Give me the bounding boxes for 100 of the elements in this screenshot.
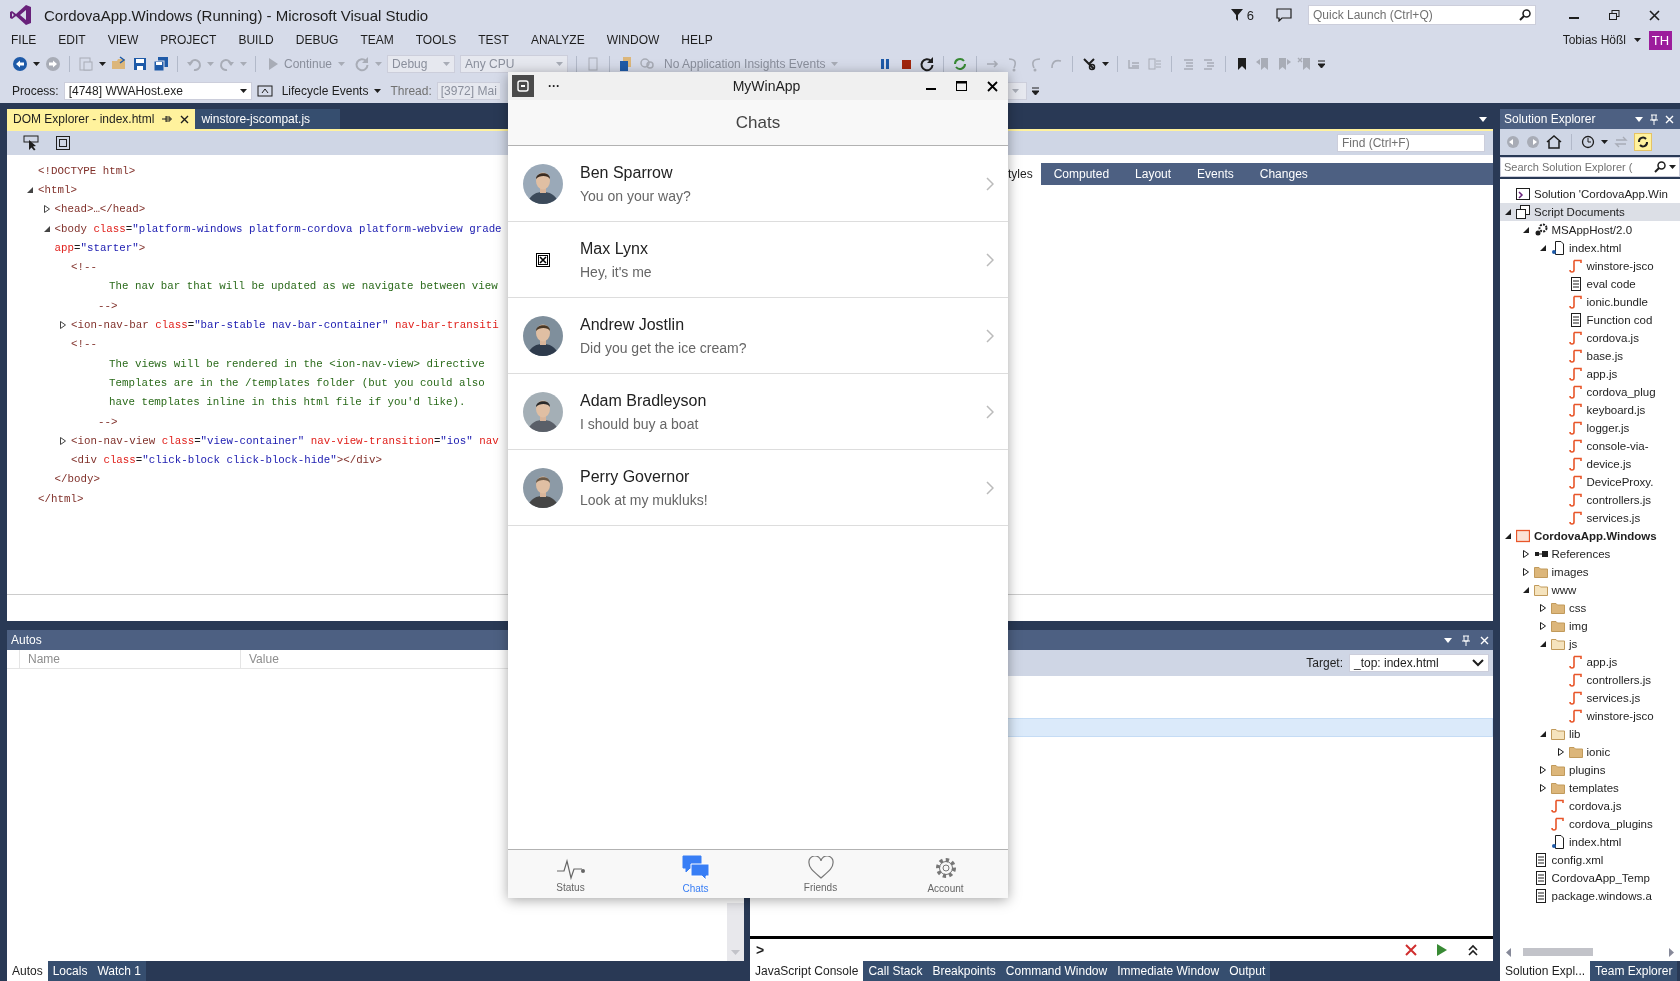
user-avatar[interactable]: TH — [1649, 30, 1672, 50]
tree-expander[interactable] — [1521, 586, 1530, 594]
dropdown-arrow-icon[interactable] — [1635, 116, 1643, 122]
chat-item[interactable]: Adam Bradleyson I should buy a boat — [508, 374, 1008, 450]
expand-up-icon[interactable] — [1467, 944, 1479, 956]
menu-item[interactable]: DEBUG — [295, 33, 339, 47]
menu-item[interactable]: VIEW — [107, 33, 139, 47]
save-all-icon[interactable] — [153, 56, 169, 72]
caret-icon[interactable] — [1634, 38, 1641, 42]
styles-tab[interactable]: Events — [1184, 163, 1247, 185]
panel-tab[interactable]: Team Explorer — [1590, 961, 1678, 981]
panel-tab[interactable]: JavaScript Console — [750, 961, 864, 981]
tree-expander[interactable] — [1539, 730, 1547, 738]
tree-item[interactable]: www — [1551, 584, 1577, 596]
tree-item[interactable]: cordova.js — [1586, 332, 1639, 344]
tree-item[interactable]: base.js — [1586, 350, 1623, 362]
tree-item[interactable]: CordovaApp_Temp — [1551, 872, 1650, 884]
panel-tab[interactable]: Command Window — [1000, 961, 1113, 981]
tree-expander[interactable] — [1539, 244, 1547, 252]
tree-item[interactable]: controllers.js — [1586, 674, 1652, 686]
chat-item[interactable]: Ben Sparrow You on your way? — [508, 146, 1008, 222]
tree-item[interactable]: keyboard.js — [1586, 404, 1646, 416]
lifecycle-events-button[interactable]: Lifecycle Events — [277, 81, 386, 101]
branch-icon[interactable] — [1081, 56, 1098, 72]
select-element-icon[interactable] — [23, 135, 41, 151]
dropdown-arrow-icon[interactable] — [1444, 637, 1452, 643]
tree-item[interactable]: References — [1551, 548, 1611, 560]
box-icon[interactable] — [55, 135, 71, 151]
tree-item[interactable]: css — [1569, 602, 1587, 614]
menu-item[interactable]: TEAM — [360, 33, 394, 47]
tab-bar-item[interactable]: Friends — [758, 850, 883, 898]
tree-item[interactable]: DeviceProxy. — [1586, 476, 1654, 488]
tree-item[interactable]: index.html — [1569, 836, 1622, 848]
tree-item[interactable]: MSAppHost/2.0 — [1551, 224, 1633, 236]
tree-item[interactable]: services.js — [1586, 692, 1641, 704]
tree-item[interactable]: winstore-jsco — [1586, 710, 1654, 722]
tree-expander[interactable] — [1556, 748, 1565, 756]
tree-item[interactable]: js — [1569, 638, 1578, 650]
refresh-button[interactable] — [1634, 133, 1652, 151]
caret-icon[interactable] — [33, 62, 40, 66]
scroll-right-arrow-icon[interactable] — [1669, 947, 1674, 957]
tree-item[interactable]: winstore-jsco — [1586, 260, 1654, 272]
document-tab[interactable]: DOM Explorer - index.html — [7, 109, 196, 129]
clear-icon[interactable] — [1405, 944, 1417, 956]
home-icon[interactable] — [1546, 134, 1562, 150]
tree-expander[interactable] — [1539, 604, 1547, 612]
panel-tab[interactable]: Output — [1224, 961, 1271, 981]
open-folder-icon[interactable] — [111, 56, 127, 72]
tree-item[interactable]: package.windows.a — [1551, 890, 1652, 902]
tree-item[interactable]: cordova_plug — [1586, 386, 1656, 398]
tree-item[interactable]: images — [1551, 566, 1589, 578]
styles-tab[interactable]: Layout — [1122, 163, 1185, 185]
tree-item[interactable]: img — [1569, 620, 1588, 632]
tree-item[interactable]: ionic.bundle — [1586, 296, 1648, 308]
restart-icon[interactable] — [919, 56, 936, 72]
panel-tab[interactable]: Breakpoints — [927, 961, 1001, 981]
tree-item[interactable]: Function cod — [1586, 314, 1653, 326]
tree-item[interactable]: app.js — [1586, 656, 1618, 668]
tree-item[interactable]: cordova_plugins — [1569, 818, 1653, 830]
tree-item[interactable]: templates — [1569, 782, 1619, 794]
close-icon[interactable] — [180, 114, 190, 124]
document-tab[interactable]: winstore-jscompat.js — [195, 109, 341, 129]
tab-bar-item[interactable]: Status — [508, 850, 633, 898]
menu-item[interactable]: EDIT — [58, 33, 86, 47]
target-dropdown[interactable]: _top: index.html — [1349, 654, 1489, 672]
menu-item[interactable]: HELP — [681, 33, 713, 47]
panel-tab[interactable]: Locals — [47, 961, 93, 981]
tree-expander[interactable] — [42, 224, 51, 233]
chat-item[interactable]: Perry Governor Look at my mukluks! — [508, 450, 1008, 526]
tree-item[interactable]: plugins — [1569, 764, 1606, 776]
tree-expander[interactable] — [1521, 550, 1530, 558]
scroll-left-arrow-icon[interactable] — [1506, 947, 1511, 957]
tree-item[interactable]: config.xml — [1551, 854, 1604, 866]
tree-item[interactable]: eval code — [1586, 278, 1636, 290]
tree-item[interactable]: ionic — [1586, 746, 1611, 758]
process-dropdown[interactable]: [4748] WWAHost.exe — [63, 82, 252, 100]
tree-expander[interactable] — [1539, 766, 1547, 774]
dropdown-arrow-icon[interactable] — [1479, 116, 1487, 122]
panel-tab[interactable]: Watch 1 — [92, 961, 146, 981]
tree-item[interactable]: services.js — [1586, 512, 1641, 524]
tree-expander[interactable] — [26, 185, 34, 194]
tree-item[interactable]: console-via- — [1586, 440, 1649, 452]
tree-expander[interactable] — [1504, 208, 1512, 216]
tree-expander[interactable] — [1521, 568, 1530, 576]
menu-item[interactable]: WINDOW — [606, 33, 660, 47]
panel-tab[interactable]: Autos — [7, 961, 48, 981]
styles-tab[interactable]: tyles — [1008, 163, 1041, 185]
tree-expander[interactable] — [1539, 622, 1547, 630]
column-header[interactable]: Name — [19, 650, 240, 668]
scrollbar[interactable] — [1500, 943, 1680, 961]
caret-icon[interactable] — [1601, 140, 1608, 144]
tree-expander[interactable] — [1539, 784, 1547, 792]
filter-icon[interactable] — [1230, 9, 1243, 21]
chat-item[interactable]: Andrew Jostlin Did you get the ice cream? — [508, 298, 1008, 374]
panel-tab[interactable]: Immediate Window — [1112, 961, 1225, 981]
tree-item[interactable]: index.html — [1569, 242, 1622, 254]
tree-item[interactable]: controllers.js — [1586, 494, 1652, 506]
run-icon[interactable] — [1437, 944, 1447, 956]
notification-count[interactable]: 6 — [1246, 7, 1254, 23]
find-field[interactable]: Find (Ctrl+F) — [1337, 134, 1485, 152]
